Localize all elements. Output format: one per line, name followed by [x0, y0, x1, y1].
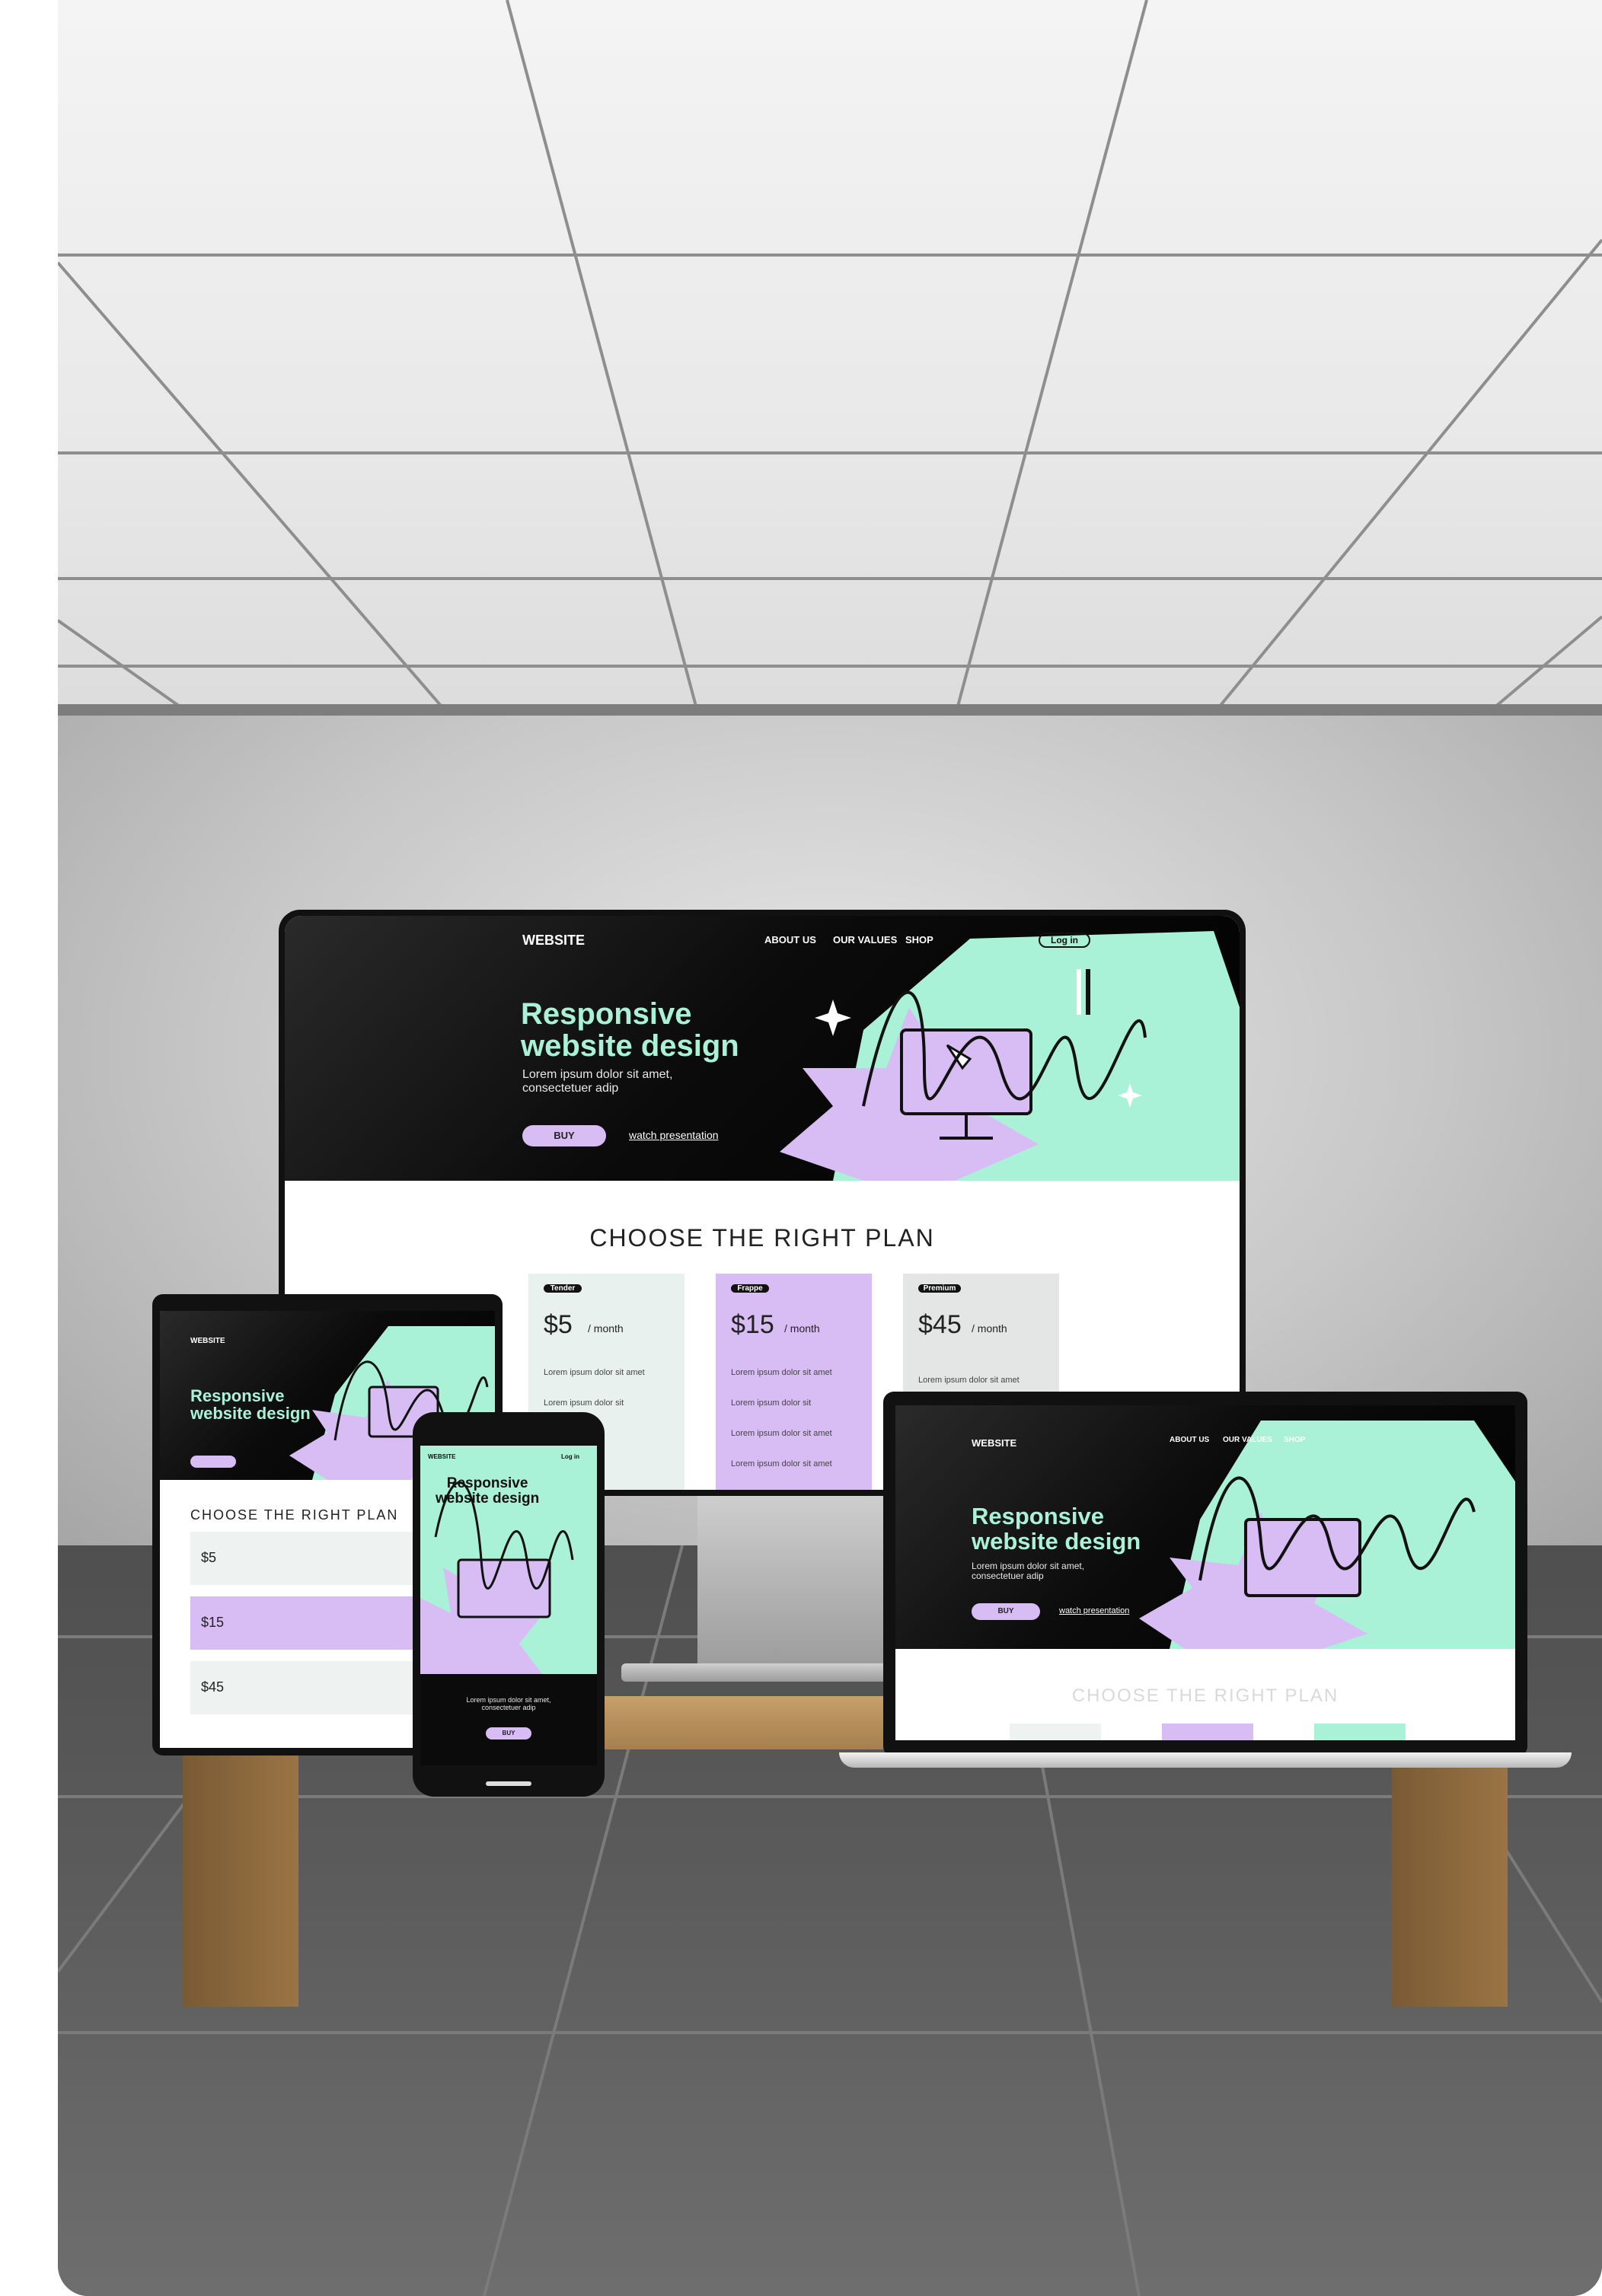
laptop-hero-subtitle: Lorem ipsum dolor sit amet, consectetuer…	[972, 1561, 1085, 1582]
plan-unit: / month	[588, 1322, 624, 1335]
phone-screen: WEBSITE Log in Responsive website design…	[420, 1446, 597, 1765]
laptop: WEBSITE ABOUT US OUR VALUES SHOP Respons…	[883, 1392, 1527, 1757]
laptop-plan-card[interactable]	[1314, 1724, 1406, 1740]
tablet-price: $15	[201, 1615, 225, 1630]
phone-hero-subtitle: Lorem ipsum dolor sit amet, consectetuer…	[466, 1696, 551, 1711]
photo-frame: WEBSITE ABOUT US OUR VALUES SHOP Log in …	[58, 0, 1602, 2296]
laptop-plan-card[interactable]	[1010, 1724, 1101, 1740]
phone-hero-title: Responsive website design	[436, 1475, 540, 1507]
phone-home-bar[interactable]	[486, 1781, 531, 1786]
monitor-hero-title: Responsive website design	[521, 997, 739, 1063]
laptop-hero-title: Responsive website design	[972, 1503, 1141, 1555]
monitor-hero: WEBSITE ABOUT US OUR VALUES SHOP Log in …	[285, 916, 1240, 1181]
bench-leg-right	[1392, 1748, 1508, 2007]
plan-price: $5	[544, 1310, 573, 1339]
bench-leg-left	[183, 1748, 298, 2007]
phone-buy-button[interactable]: BUY	[486, 1727, 531, 1740]
laptop-plan-card[interactable]	[1162, 1724, 1253, 1740]
plan-unit: / month	[784, 1322, 820, 1335]
login-button[interactable]: Log in	[1039, 933, 1090, 948]
plan-feature: Lorem ipsum dolor sit amet	[918, 1376, 1020, 1385]
tablet-price: $5	[201, 1550, 217, 1565]
laptop-screen: WEBSITE ABOUT US OUR VALUES SHOP Respons…	[895, 1405, 1515, 1740]
tablet-logo[interactable]: WEBSITE	[190, 1337, 225, 1345]
plan-feature: Lorem ipsum dolor sit amet	[731, 1429, 832, 1438]
plan-tag: Frappe	[731, 1284, 769, 1293]
ceiling	[58, 0, 1602, 716]
laptop-nav-about[interactable]: ABOUT US	[1170, 1436, 1209, 1444]
plan-feature: Lorem ipsum dolor sit amet	[731, 1368, 832, 1377]
phone-login[interactable]: Log in	[561, 1453, 579, 1460]
plan-feature: Lorem ipsum dolor sit amet	[544, 1368, 645, 1377]
laptop-pricing-title: CHOOSE THE RIGHT PLAN	[1071, 1685, 1339, 1706]
nav-about-us[interactable]: ABOUT US	[764, 934, 816, 946]
plan-card-frappe[interactable]: Frappe $15 / month Lorem ipsum dolor sit…	[716, 1274, 872, 1490]
smartphone: WEBSITE Log in Responsive website design…	[413, 1412, 605, 1797]
laptop-watch-link[interactable]: watch presentation	[1059, 1606, 1129, 1615]
laptop-nav-values[interactable]: OUR VALUES	[1223, 1436, 1272, 1444]
laptop-buy-button[interactable]: BUY	[972, 1603, 1040, 1620]
nav-shop[interactable]: SHOP	[905, 934, 933, 946]
plan-unit: / month	[972, 1322, 1007, 1335]
tablet-hero-title: Responsive website design	[190, 1386, 311, 1424]
tablet-buy-button[interactable]	[190, 1456, 236, 1468]
nav-our-values[interactable]: OUR VALUES	[833, 934, 897, 946]
laptop-base	[839, 1752, 1572, 1768]
plan-tag: Tender	[544, 1284, 582, 1293]
laptop-nav-shop[interactable]: SHOP	[1284, 1436, 1305, 1444]
plan-tag: Premium	[918, 1284, 961, 1293]
watch-presentation-link[interactable]: watch presentation	[629, 1129, 719, 1141]
plan-price: $45	[918, 1310, 962, 1339]
phone-logo[interactable]: WEBSITE	[428, 1453, 455, 1460]
hero-illustration	[780, 931, 1240, 1181]
plan-price: $15	[731, 1310, 774, 1339]
laptop-hero: WEBSITE ABOUT US OUR VALUES SHOP Respons…	[895, 1405, 1515, 1649]
plan-feature: Lorem ipsum dolor sit	[731, 1398, 812, 1408]
monitor-hero-subtitle: Lorem ipsum dolor sit amet, consectetuer…	[522, 1068, 673, 1095]
plan-feature: Lorem ipsum dolor sit amet	[731, 1459, 832, 1468]
plan-feature: Lorem ipsum dolor sit	[544, 1398, 624, 1408]
laptop-logo[interactable]: WEBSITE	[972, 1437, 1016, 1449]
tablet-price: $45	[201, 1679, 225, 1695]
ceiling-grid	[58, 0, 1602, 716]
pricing-title: CHOOSE THE RIGHT PLAN	[589, 1224, 935, 1252]
monitor-logo[interactable]: WEBSITE	[522, 933, 585, 949]
buy-button[interactable]: BUY	[522, 1125, 606, 1146]
